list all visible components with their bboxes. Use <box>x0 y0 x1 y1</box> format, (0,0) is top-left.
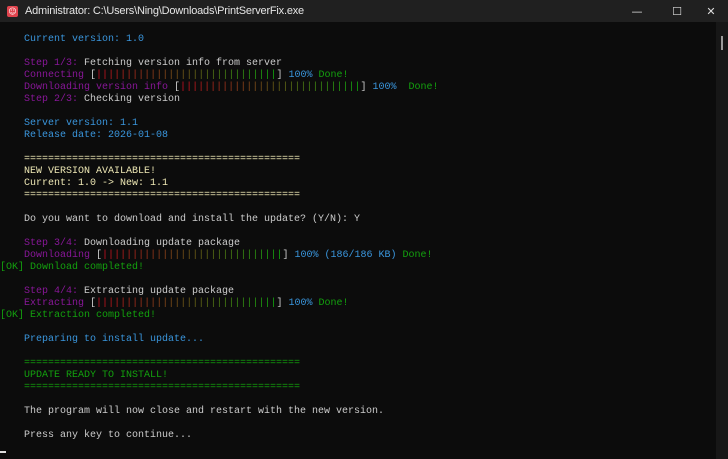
console-text: Release date: 2026-01-08 <box>0 130 169 141</box>
progress-bar: |||||||||||||||||||||||||||||| <box>180 82 360 93</box>
console-text: Current version: 1.0 <box>0 34 145 45</box>
console-line: Current version: 1.0 <box>0 34 716 46</box>
console-text: 100% <box>372 82 409 93</box>
console-text: ========================================… <box>0 382 301 393</box>
console-text: Do you want to download and install the … <box>0 214 361 225</box>
text-cursor <box>0 451 6 453</box>
console-text: Preparing to install update... <box>0 334 205 345</box>
console-line: ========================================… <box>0 154 716 166</box>
console-text: Done! <box>318 70 349 81</box>
window-title: Administrator: C:\Users\Ning\Downloads\P… <box>25 5 304 17</box>
console-text: NEW VERSION AVAILABLE! <box>0 166 157 177</box>
console-text: Step 1/3: <box>0 58 85 69</box>
console-text: Step 4/4: <box>0 286 85 297</box>
console-text: ] <box>360 82 373 93</box>
console-text: ========================================… <box>0 154 301 165</box>
console-line: Step 2/3: Checking version <box>0 94 716 106</box>
console-line: NEW VERSION AVAILABLE! <box>0 166 716 178</box>
console-line: Connecting [||||||||||||||||||||||||||||… <box>0 70 716 82</box>
console-text: Extracting update package <box>84 286 235 297</box>
console-text: 100% (186/186 KB) <box>294 250 403 261</box>
console-text: ========================================… <box>0 190 301 201</box>
console-line: Press any key to continue... <box>0 430 716 442</box>
title-bar: ☺ Administrator: C:\Users\Ning\Downloads… <box>0 0 728 22</box>
console-line: [OK] Download completed! <box>0 262 716 274</box>
console-text: Extracting <box>0 298 91 309</box>
console-text: Press any key to continue... <box>0 430 193 441</box>
console-line: Do you want to download and install the … <box>0 214 716 226</box>
terminal-app-icon: ☺ <box>7 5 18 17</box>
console-text: UPDATE READY TO INSTALL! <box>0 370 169 381</box>
progress-bar: |||||||||||||||||||||||||||||| <box>102 250 282 261</box>
console-line: ========================================… <box>0 358 716 370</box>
console-text: Server version: 1.1 <box>0 118 139 129</box>
console-text: Checking version <box>84 94 181 105</box>
console-line: Downloading [|||||||||||||||||||||||||||… <box>0 250 716 262</box>
console-text: Connecting <box>0 70 91 81</box>
console-line: ========================================… <box>0 190 716 202</box>
console-line: [OK] Extraction completed! <box>0 310 716 322</box>
console-line: ========================================… <box>0 382 716 394</box>
console-text: Downloading update package <box>84 238 241 249</box>
scrollbar-thumb[interactable] <box>721 36 723 50</box>
console-text: ] <box>276 298 289 309</box>
maximize-button[interactable]: ☐ <box>660 0 694 22</box>
console-line: UPDATE READY TO INSTALL! <box>0 370 716 382</box>
console-line: Preparing to install update... <box>0 334 716 346</box>
console-text: Current: 1.0 -> New: 1.1 <box>0 178 169 189</box>
console-text: 100% <box>288 298 319 309</box>
console-text: Done! <box>408 82 439 93</box>
console-line: Server version: 1.1 <box>0 118 716 130</box>
console-line: Step 4/4: Extracting update package <box>0 286 716 298</box>
console-text: Done! <box>318 298 349 309</box>
console-text: [OK] Download completed! <box>0 262 145 273</box>
console-text: [OK] Extraction completed! <box>0 310 157 321</box>
console-output[interactable]: Current version: 1.0 Step 1/3: Fetching … <box>0 22 716 459</box>
minimize-button[interactable]: — <box>620 0 654 22</box>
scrollbar[interactable] <box>716 22 728 459</box>
console-line: Release date: 2026-01-08 <box>0 130 716 142</box>
console-text: Step 3/4: <box>0 238 85 249</box>
console-line: Step 1/3: Fetching version info from ser… <box>0 58 716 70</box>
console-text: Downloading <box>0 250 97 261</box>
console-text: Done! <box>402 250 433 261</box>
console-text: ] <box>282 250 295 261</box>
close-button[interactable]: ✕ <box>694 0 728 22</box>
console-text: The program will now close and restart w… <box>0 406 385 417</box>
console-text: 100% <box>288 70 319 81</box>
console-line: Current: 1.0 -> New: 1.1 <box>0 178 716 190</box>
console-text: Step 2/3: <box>0 94 85 105</box>
console-text: ] <box>276 70 289 81</box>
progress-bar: |||||||||||||||||||||||||||||| <box>96 70 276 81</box>
console-text: Downloading version info <box>0 82 175 93</box>
console-text: ========================================… <box>0 358 301 369</box>
console-line: Downloading version info [||||||||||||||… <box>0 82 716 94</box>
console-line: Step 3/4: Downloading update package <box>0 238 716 250</box>
console-text: Fetching version info from server <box>84 58 283 69</box>
progress-bar: |||||||||||||||||||||||||||||| <box>96 298 276 309</box>
console-line: The program will now close and restart w… <box>0 406 716 418</box>
console-line: Extracting [||||||||||||||||||||||||||||… <box>0 298 716 310</box>
